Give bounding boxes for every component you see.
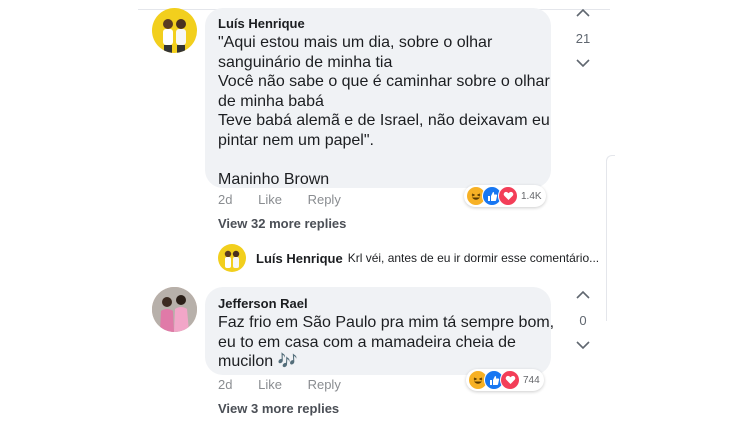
love-reaction-icon (500, 370, 520, 390)
avatar[interactable] (218, 244, 246, 272)
avatar[interactable] (152, 287, 197, 332)
vote-count: 0 (579, 313, 587, 328)
avatar[interactable] (152, 8, 197, 53)
comment-author[interactable]: Luís Henrique (218, 16, 305, 31)
reply-text: Krl véi, antes de eu ir dormir esse come… (347, 251, 600, 265)
view-more-replies-link[interactable]: View 3 more replies (218, 401, 339, 416)
comment-text: Faz frio em São Paulo pra mim tá sempre … (218, 314, 555, 370)
comment-author[interactable]: Jefferson Rael (218, 296, 308, 311)
reactions-summary[interactable]: 744 (466, 369, 544, 391)
vote-controls: 21 (572, 8, 594, 68)
upvote-icon[interactable] (576, 290, 590, 299)
reply-button[interactable]: Reply (308, 192, 341, 207)
love-reaction-icon (498, 186, 518, 206)
comment-text: "Aqui estou mais um dia, sobre o olhar s… (218, 34, 550, 188)
comment-time[interactable]: 2d (218, 377, 232, 392)
reply-preview[interactable]: Luís Henrique Krl véi, antes de eu ir do… (218, 244, 599, 272)
scrollbar[interactable] (606, 155, 615, 321)
upvote-icon[interactable] (576, 8, 590, 17)
comment-actions: 2d Like Reply (218, 377, 363, 392)
reply-author[interactable]: Luís Henrique (256, 251, 343, 266)
reactions-summary[interactable]: 1.4K (464, 185, 546, 207)
reaction-count: 1.4K (521, 190, 542, 202)
like-button[interactable]: Like (258, 192, 282, 207)
view-more-replies-link[interactable]: View 32 more replies (218, 216, 346, 231)
downvote-icon[interactable] (576, 341, 590, 350)
reaction-count: 744 (523, 374, 540, 386)
like-button[interactable]: Like (258, 377, 282, 392)
downvote-icon[interactable] (576, 59, 590, 68)
comment-actions: 2d Like Reply (218, 192, 363, 207)
comment-time[interactable]: 2d (218, 192, 232, 207)
vote-count: 21 (575, 31, 591, 46)
reply-button[interactable]: Reply (308, 377, 341, 392)
vote-controls: 0 (572, 290, 594, 350)
